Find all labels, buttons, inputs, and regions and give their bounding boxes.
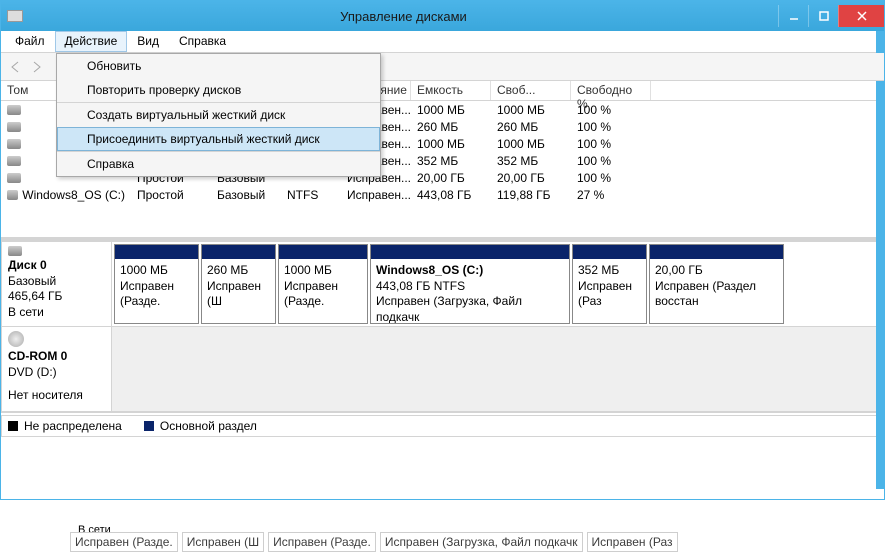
- volume-icon: [7, 156, 21, 166]
- partition-bar: [279, 245, 367, 259]
- volume-icon: [7, 173, 21, 183]
- volume-icon: [7, 139, 21, 149]
- forward-button[interactable]: [27, 57, 47, 77]
- column-header[interactable]: Свободно %: [571, 81, 651, 100]
- menu-item[interactable]: Повторить проверку дисков: [57, 78, 380, 102]
- column-header[interactable]: Своб...: [491, 81, 571, 100]
- menubar: ФайлДействиеВидСправка: [1, 31, 884, 53]
- partition-bar: [650, 245, 783, 259]
- menu-item[interactable]: Справка: [57, 152, 380, 176]
- legend: Не распределена Основной раздел: [1, 415, 884, 437]
- disk-graphical-panel: Диск 0Базовый465,64 ГБВ сети1000 МБИспра…: [1, 241, 884, 413]
- ghost-cell: Исправен (Загрузка, Файл подкачк: [380, 532, 583, 552]
- titlebar: Управление дисками: [1, 1, 884, 31]
- ghost-cell: Исправен (Разде.: [268, 532, 376, 552]
- partition-bar: [115, 245, 198, 259]
- partition-bar: [202, 245, 275, 259]
- cdrom-row: CD-ROM 0DVD (D:)Нет носителя: [2, 327, 883, 412]
- column-header[interactable]: Емкость: [411, 81, 491, 100]
- maximize-button[interactable]: [808, 5, 838, 27]
- cdrom-info[interactable]: CD-ROM 0DVD (D:)Нет носителя: [2, 327, 112, 411]
- legend-swatch: [8, 421, 18, 431]
- menu-справка[interactable]: Справка: [169, 31, 236, 52]
- back-button[interactable]: [5, 57, 25, 77]
- menu-item[interactable]: Создать виртуальный жесткий диск: [57, 103, 380, 127]
- menu-действие[interactable]: Действие: [55, 31, 128, 52]
- menu-файл[interactable]: Файл: [5, 31, 55, 52]
- ghost-cell: Исправен (Раз: [587, 532, 678, 552]
- partition[interactable]: Windows8_OS (C:)443,08 ГБ NTFSИсправен (…: [370, 244, 570, 324]
- app-icon: [7, 10, 23, 22]
- volume-row[interactable]: Windows8_OS (C:)ПростойБазовыйNTFSИсправ…: [1, 186, 884, 203]
- close-button[interactable]: [838, 5, 884, 27]
- partition-bar: [573, 245, 646, 259]
- menu-вид[interactable]: Вид: [127, 31, 169, 52]
- volume-icon: [7, 105, 21, 115]
- menu-item[interactable]: Присоединить виртуальный жесткий диск: [57, 127, 380, 151]
- volume-icon: [7, 122, 21, 132]
- ghost-cell: Исправен (Разде.: [70, 532, 178, 552]
- disk-icon: [8, 246, 22, 256]
- ghost-row: Исправен (Разде.Исправен (ШИсправен (Раз…: [70, 532, 678, 552]
- partition[interactable]: 20,00 ГБИсправен (Раздел восстан: [649, 244, 784, 324]
- window-title: Управление дисками: [29, 9, 778, 24]
- menu-item[interactable]: Обновить: [57, 54, 380, 78]
- partition[interactable]: 260 МБИсправен (Ш: [201, 244, 276, 324]
- disk-row: Диск 0Базовый465,64 ГБВ сети1000 МБИспра…: [2, 242, 883, 327]
- legend-label: Основной раздел: [160, 419, 257, 433]
- partition[interactable]: 1000 МБИсправен (Разде.: [278, 244, 368, 324]
- action-menu-dropdown: ОбновитьПовторить проверку дисковСоздать…: [56, 53, 381, 177]
- partition[interactable]: 1000 МБИсправен (Разде.: [114, 244, 199, 324]
- partition[interactable]: 352 МБИсправен (Раз: [572, 244, 647, 324]
- partition-bar: [371, 245, 569, 259]
- legend-swatch: [144, 421, 154, 431]
- cdrom-icon: [8, 331, 24, 347]
- ghost-cell: Исправен (Ш: [182, 532, 264, 552]
- volume-icon: [7, 190, 18, 200]
- minimize-button[interactable]: [778, 5, 808, 27]
- legend-label: Не распределена: [24, 419, 122, 433]
- disk-info[interactable]: Диск 0Базовый465,64 ГБВ сети: [2, 242, 112, 326]
